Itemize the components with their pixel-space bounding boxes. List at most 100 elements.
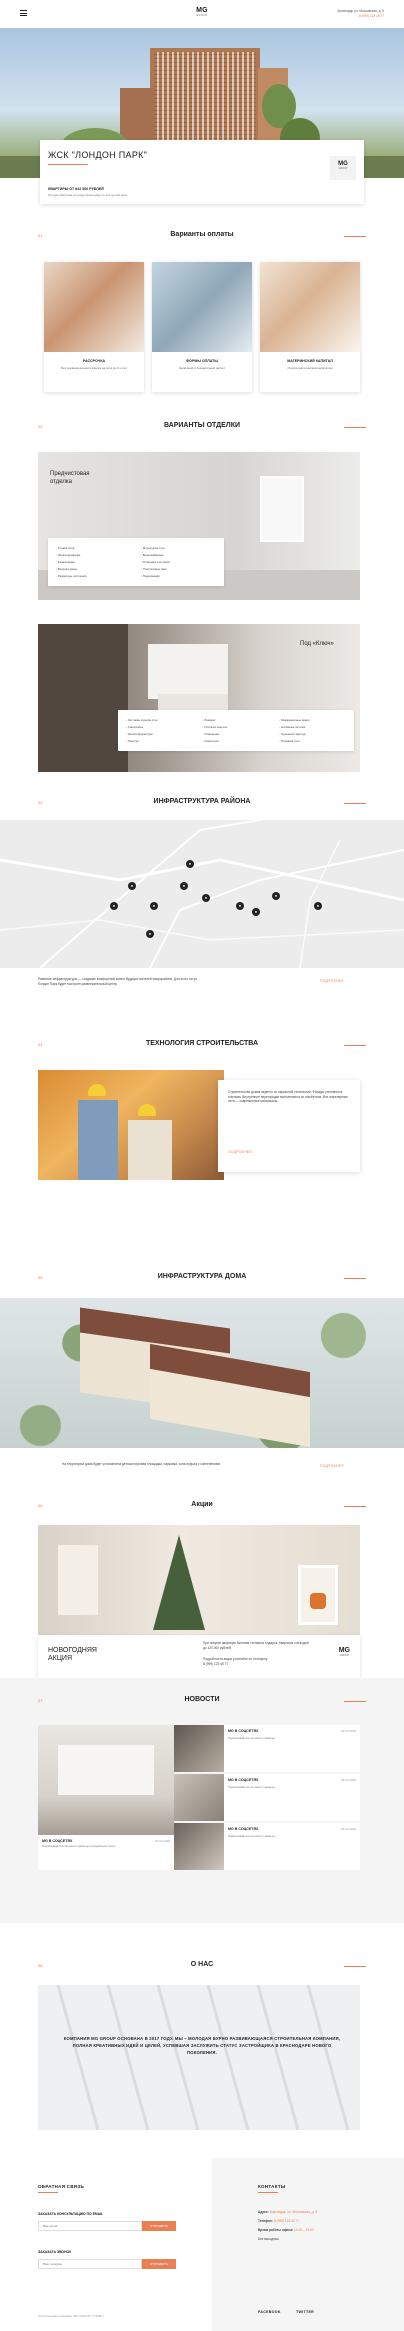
list-item: Входная дверь [56, 567, 131, 571]
map-pin-icon[interactable]: ● [186, 860, 194, 868]
list-item: Электроразводка [56, 553, 131, 557]
call-submit-button[interactable]: ОТПРАВИТЬ [142, 2259, 176, 2269]
hero-card: ЖСК "ЛОНДОН ПАРК" КВАРТИРЫ ОТ 842 500 РУ… [40, 140, 364, 204]
news-item-text: Подписывайтесь на наши страницы в социал… [42, 1844, 116, 1848]
map-pin-icon[interactable]: ● [272, 892, 280, 900]
contact-weekend: Без выходных [258, 2237, 279, 2241]
house-more-link[interactable]: ПОДРОБНЕЕ [320, 1464, 344, 1468]
feedback-block: ОБРАТНАЯ СВЯЗЬ ЗАКАЗАТЬ КОНСУЛЬТАЦИЮ ПО … [0, 2158, 212, 2331]
list-item: Кухонный гарнитур [279, 732, 346, 736]
map-pin-icon[interactable]: ● [314, 902, 322, 910]
payment-card-forms[interactable]: ФОРМЫ ОПЛАТЫ Наличный и безналичный расч… [152, 262, 252, 392]
address-value: Краснодар, ул. Московская, д. 5 [269, 2210, 318, 2214]
hero-logo-sub: GROUP [338, 167, 348, 170]
district-more-link[interactable]: ПОДРОБНЕЕ [320, 979, 344, 983]
section-line [344, 1278, 366, 1279]
list-item: Штукатурка стен [141, 546, 216, 550]
pre-finish-list: Стяжка пола Штукатурка стен Электроразво… [48, 538, 224, 586]
map-pin-icon[interactable]: ● [252, 908, 260, 916]
map-pin-icon[interactable]: ● [150, 902, 158, 910]
about-image [38, 1985, 360, 2130]
phone-field[interactable] [38, 2259, 142, 2269]
hours-value: 10:00 – 19:00 [294, 2228, 314, 2232]
payment-card-title: МАТЕРИНСКИЙ КАПИТАЛ [287, 359, 333, 363]
map-pin-icon[interactable]: ● [236, 902, 244, 910]
contact-phone: Телефон: 8 (999) 123 45 77 [258, 2219, 299, 2223]
pre-finish-label-line-2: отделка [50, 479, 72, 485]
news-item[interactable]: MG В СОЦСЕТЯХ 20.04.2018 Подписывайтесь … [174, 1823, 360, 1870]
news-image [38, 1725, 174, 1835]
section-line [344, 427, 366, 428]
contacts-block: КОНТАКТЫ Адрес: Краснодар, ул. Московска… [212, 2158, 404, 2331]
maternity-image [260, 262, 360, 352]
tech-image [38, 1070, 224, 1180]
map-pin-icon[interactable]: ● [110, 902, 118, 910]
news-item-text: Подписывайтесь на наши страницы [228, 1834, 275, 1838]
promo-image [38, 1525, 360, 1635]
promo-card-title: НОВОГОДНЯЯ АКЦИЯ [48, 1647, 97, 1663]
list-item: Покраска стен [279, 739, 346, 743]
tech-text: Строительство домов ведется по каркасной… [228, 1090, 348, 1103]
address-label: Адрес: [258, 2210, 269, 2214]
promo-logo-sub: GROUP [339, 1654, 349, 1657]
news-item-date: 20.04.2018 [154, 1839, 170, 1843]
payment-card-installment[interactable]: РАССРОЧКА Без первоначального взноса на … [44, 262, 144, 392]
hero-logo: MG GROUP [330, 156, 356, 180]
phone-label: Телефон: [258, 2219, 273, 2223]
email-field[interactable] [38, 2221, 142, 2231]
about-pattern [56, 1985, 350, 2130]
promo-card-title-line-2: АКЦИЯ [48, 1655, 73, 1662]
house-render-image [0, 1298, 404, 1448]
news-item-title: MG В СОЦСЕТЯХ [228, 1778, 259, 1782]
contacts-title: КОНТАКТЫ [258, 2184, 286, 2189]
list-item: Подоконники [141, 574, 216, 578]
map-pin-icon[interactable]: ● [180, 882, 188, 890]
promo-card-text: При покупке квартиры бытовая техника в п… [203, 1641, 309, 1650]
pre-finish-label-line-1: Предчистовая [50, 471, 90, 477]
map-pin-icon[interactable]: ● [128, 882, 136, 890]
list-item: Радиаторы отопления [56, 574, 131, 578]
header-contacts: Краснодар ул. Московская, д. 5 8 (999) 1… [337, 9, 384, 19]
list-item: Установка счетчиков [141, 560, 216, 564]
pre-finish-label: Предчистовая отделка [50, 470, 90, 486]
list-item: Натяжные потолки [279, 725, 346, 729]
header-phone[interactable]: 8 (999) 123 45 77 [337, 14, 384, 19]
tech-card: Строительство домов ведется по каркасной… [218, 1080, 360, 1172]
list-item: Электрофурнитура [126, 732, 193, 736]
map-pin-icon[interactable]: ● [202, 894, 210, 902]
news-item-text: Подписывайтесь на наши страницы [228, 1785, 275, 1789]
payment-card-maternity[interactable]: МАТЕРИНСКИЙ КАПИТАЛ Оплата материнским к… [260, 262, 360, 392]
payment-card-title: ФОРМЫ ОПЛАТЫ [186, 359, 218, 363]
tech-more-link[interactable]: ПОДРОБНЕЕ [228, 1150, 252, 1154]
email-submit-button[interactable]: ОТПРАВИТЬ [142, 2221, 176, 2231]
news-thumb [174, 1725, 224, 1772]
promo-card-note: Подробности акции уточняйте по телефону [203, 1657, 268, 1661]
section-line [344, 1506, 366, 1507]
list-item: Межкомнатные двери [279, 718, 346, 722]
district-text: Развитие инфраструктуры — создание комфо… [38, 977, 198, 986]
hours-label: Время работы офиса: [258, 2228, 294, 2232]
feedback-title: ОБРАТНАЯ СВЯЗЬ [38, 2184, 84, 2189]
email-label: ЗАКАЗАТЬ КОНСУЛЬТАЦИЮ ПО EMAIL [38, 2212, 104, 2216]
district-map[interactable]: ● ● ● ● ● ● ● ● ● ● ● [0, 820, 404, 968]
map-pin-icon[interactable]: ● [146, 930, 154, 938]
phone-value[interactable]: 8 (999) 123 45 77 [274, 2219, 299, 2223]
section-line [344, 803, 366, 804]
list-item: Смесители [203, 739, 270, 743]
list-item: Сантехника [126, 725, 193, 729]
news-item-date: 20.04.2018 [340, 1729, 356, 1733]
list-item: Чистовая отделка стен [126, 718, 193, 722]
facebook-link[interactable]: FACEBOOK [258, 2310, 281, 2314]
news-item[interactable]: MG В СОЦСЕТЯХ 20.04.2018 Подписывайтесь … [174, 1774, 360, 1821]
news-item-title: MG В СОЦСЕТЯХ [228, 1827, 259, 1831]
menu-icon[interactable] [20, 10, 27, 16]
key-finish-label: Под «Ключ» [300, 641, 334, 647]
twitter-link[interactable]: TWITTER [296, 2310, 314, 2314]
logo-sub: GROUP [196, 14, 208, 17]
news-big-item[interactable]: MG В СОЦСЕТЯХ 20.04.2018 Подписывайтесь … [38, 1725, 174, 1870]
logo[interactable]: MG GROUP [191, 7, 213, 17]
list-item: Водоснабжение [141, 553, 216, 557]
promo-card-phone[interactable]: 8 (999) 123 45 77 [203, 1662, 228, 1667]
list-item: Стяжка пола [56, 546, 131, 550]
news-item[interactable]: MG В СОЦСЕТЯХ 20.04.2018 Подписывайтесь … [174, 1725, 360, 1772]
